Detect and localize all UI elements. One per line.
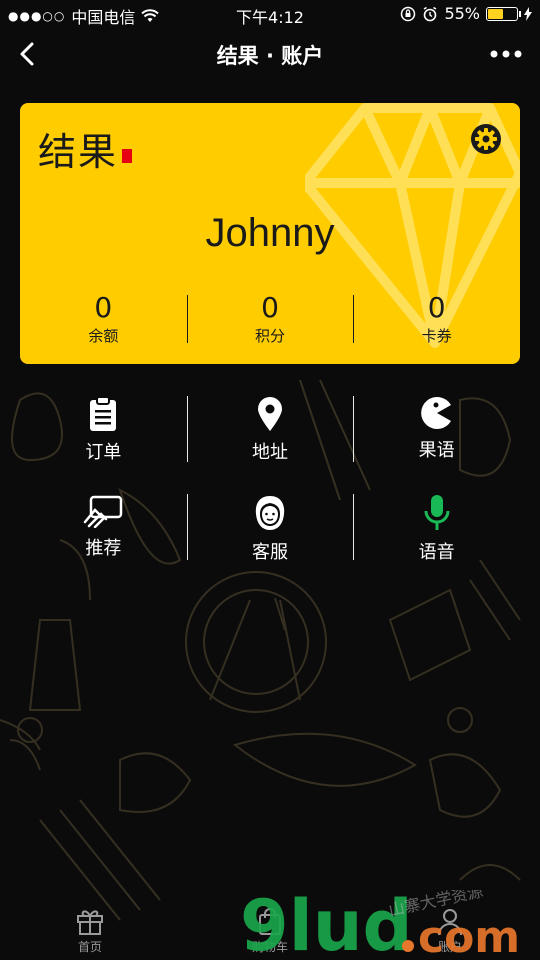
- gift-icon: [77, 910, 103, 935]
- battery-percent: 55%: [444, 4, 480, 23]
- rotation-lock-icon: [401, 6, 416, 21]
- more-options-icon[interactable]: [488, 38, 524, 70]
- grid-item-fruit-talk[interactable]: 果语: [353, 396, 520, 462]
- tab-label: 账户: [437, 940, 462, 954]
- brand-logo: 结果: [38, 130, 119, 174]
- settings-gear-icon[interactable]: [470, 123, 502, 155]
- grid-item-voice[interactable]: 语音: [353, 494, 520, 563]
- user-name: Johnny: [205, 211, 335, 255]
- share-card-icon: [83, 494, 123, 528]
- tab-account[interactable]: 账户: [360, 900, 540, 960]
- location-pin-icon: [250, 396, 290, 432]
- account-stats: 0 余额 0 积分 0 卡券: [20, 291, 520, 346]
- tab-bar: 首页 购物车 账户: [0, 900, 540, 960]
- pacman-icon: [417, 396, 457, 430]
- grid-item-label: 客服: [252, 542, 288, 563]
- clipboard-icon: [83, 396, 123, 432]
- microphone-icon: [417, 494, 457, 532]
- stat-label: 卡券: [421, 327, 452, 345]
- bag-icon: [259, 908, 281, 935]
- stat-points[interactable]: 0 积分: [186, 291, 354, 345]
- grid-row: 订单 地址 果语: [20, 396, 520, 463]
- member-card: 结果 Johnny 0 余额 0 积分 0 卡券: [20, 103, 520, 364]
- tab-home[interactable]: 首页: [0, 900, 180, 960]
- status-bar: ●●●○○ 中国电信 下午4:12 55%: [0, 0, 540, 28]
- grid-item-label: 推荐: [85, 538, 122, 559]
- stat-value: 0: [261, 291, 279, 324]
- stat-value: 0: [427, 291, 446, 324]
- stat-label: 余额: [88, 327, 119, 345]
- stat-coupons[interactable]: 0 卡券: [353, 293, 520, 345]
- tab-label: 购物车: [251, 940, 288, 954]
- grid-item-customer-service[interactable]: 客服: [186, 494, 354, 563]
- tab-cart[interactable]: 购物车: [180, 900, 360, 960]
- grid-row: 推荐 客服 语音: [20, 494, 520, 563]
- tab-label: 首页: [77, 940, 102, 954]
- stat-value: 0: [94, 291, 113, 324]
- grid-item-label: 订单: [85, 442, 122, 463]
- grid-item-label: 果语: [418, 440, 455, 461]
- page-title: 结果 · 账户: [216, 44, 324, 68]
- brand-seal: [122, 149, 132, 163]
- grid-item-address[interactable]: 地址: [186, 396, 354, 463]
- grid-item-label: 语音: [418, 542, 455, 563]
- charging-icon: [524, 6, 532, 21]
- stat-label: 积分: [255, 327, 286, 345]
- battery-icon: [486, 6, 521, 21]
- alarm-icon: [424, 6, 437, 21]
- grid-item-label: 地址: [252, 442, 288, 463]
- stat-balance[interactable]: 0 余额: [20, 291, 187, 346]
- person-icon: [438, 909, 462, 936]
- grid-item-recommend[interactable]: 推荐: [20, 494, 187, 560]
- nav-bar: 结果 · 账户: [0, 28, 540, 82]
- grid-item-orders[interactable]: 订单: [20, 396, 187, 463]
- battery-level: [488, 8, 503, 19]
- status-right: 55%: [400, 4, 532, 23]
- customer-service-icon: [250, 494, 290, 532]
- function-grid: 订单 地址 果语 推荐 客服 语音: [20, 396, 520, 592]
